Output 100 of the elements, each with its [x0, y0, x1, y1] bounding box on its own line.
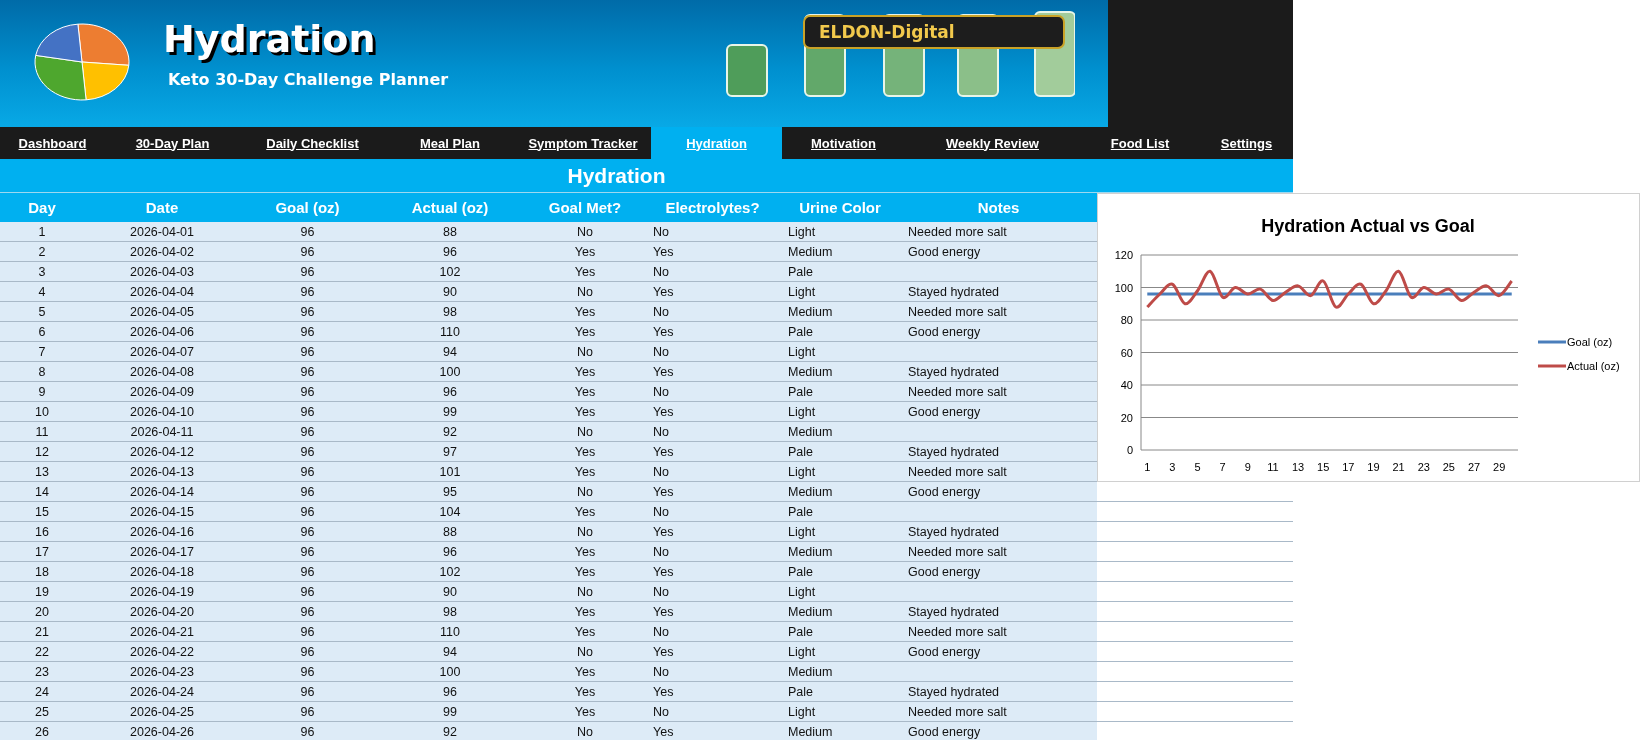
table-cell: 2026-04-15	[130, 504, 194, 519]
nav-tab[interactable]: Meal Plan	[385, 127, 515, 159]
nav-tab[interactable]: Symptom Tracker	[515, 127, 651, 159]
table-cell: Stayed hydrated	[908, 284, 1000, 299]
table-cell: 12	[35, 444, 49, 459]
table-cell: No	[653, 584, 669, 599]
y-tick-label: 0	[1126, 444, 1133, 456]
table-cell: 2026-04-20	[130, 604, 194, 619]
table-cell: 2026-04-26	[130, 724, 194, 739]
table-cell: Yes	[574, 664, 596, 679]
table-cell: 2026-04-03	[130, 264, 194, 279]
table-cell: 2026-04-07	[130, 344, 194, 359]
table-cell: 102	[439, 564, 461, 579]
table-cell: Yes	[574, 684, 596, 699]
table-cell: 7	[38, 344, 46, 359]
table-cell: 13	[35, 464, 49, 479]
table-cell: 2026-04-16	[130, 524, 194, 539]
table-cell: No	[577, 724, 593, 739]
table-cell: Light	[788, 404, 816, 419]
column-header: Date	[144, 198, 180, 218]
table-cell: Good energy	[908, 644, 981, 659]
table-cell: Stayed hydrated	[908, 684, 1000, 699]
app-title: Hydration	[163, 16, 377, 62]
table-cell: Pale	[788, 564, 814, 579]
table-cell: 5	[38, 304, 46, 319]
table-cell: No	[577, 524, 593, 539]
table-cell: No	[653, 544, 669, 559]
table-cell: 2026-04-18	[130, 564, 194, 579]
table-cell: Light	[788, 284, 816, 299]
nav-tab[interactable]: Weekly Review	[905, 127, 1080, 159]
nav-tab[interactable]: Dashboard	[0, 127, 105, 159]
table-cell: 2026-04-19	[130, 584, 194, 599]
table-cell: Yes	[574, 444, 596, 459]
table-cell: Yes	[653, 524, 674, 539]
table-cell: 2026-04-09	[130, 384, 194, 399]
table-cell: Yes	[574, 304, 596, 319]
table-cell: 96	[300, 504, 315, 519]
table-cell: 24	[35, 684, 49, 699]
table-cell: 2026-04-04	[130, 284, 194, 299]
table-cell: 99	[443, 404, 457, 419]
table-cell: 26	[35, 724, 49, 739]
column-header: Electrolytes?	[664, 198, 761, 218]
x-tick-label: 17	[1342, 461, 1355, 473]
x-tick-label: 27	[1467, 461, 1481, 473]
table-cell: Light	[788, 584, 816, 599]
table-cell: Yes	[574, 364, 596, 379]
x-tick-label: 3	[1169, 461, 1176, 473]
table-cell: No	[577, 584, 593, 599]
table-cell: Stayed hydrated	[908, 364, 1000, 379]
table-cell: No	[653, 464, 669, 479]
chart-title: Hydration Actual vs Goal	[1261, 216, 1475, 236]
table-cell: Yes	[653, 484, 674, 499]
table-cell: Needed more salt	[908, 224, 1007, 239]
table-cell: 100	[439, 664, 461, 679]
table-cell: 110	[440, 624, 460, 639]
table-cell: 2026-04-01	[130, 224, 194, 239]
table-cell: Stayed hydrated	[908, 524, 1000, 539]
column-header: Goal Met?	[547, 198, 623, 218]
y-tick-label: 60	[1120, 346, 1133, 359]
table-cell: 96	[300, 704, 315, 719]
table-cell: Yes	[574, 704, 596, 719]
table-cell: Good energy	[908, 244, 981, 259]
nav-tab[interactable]: Settings	[1200, 127, 1293, 159]
table-cell: 8	[38, 364, 46, 379]
column-header: Urine Color	[798, 198, 882, 218]
table-cell: 22	[35, 644, 49, 659]
table-cell: Yes	[574, 404, 596, 419]
y-tick-label: 80	[1120, 314, 1133, 326]
table-cell: 2026-04-22	[130, 644, 194, 659]
table-cell: 2026-04-25	[130, 704, 194, 719]
nav-tab[interactable]: Motivation	[782, 127, 905, 159]
table-cell: 21	[35, 624, 49, 639]
table-cell: Good energy	[908, 484, 981, 499]
nav-tab[interactable]: Food List	[1080, 127, 1200, 159]
table-cell: 2026-04-11	[130, 424, 194, 439]
table-cell: 98	[443, 304, 457, 319]
table-cell: No	[577, 424, 593, 439]
table-cell: 2026-04-13	[130, 464, 194, 479]
table-cell: Medium	[788, 364, 833, 379]
x-tick-label: 9	[1244, 461, 1251, 473]
nav-tab[interactable]: 30-Day Plan	[105, 127, 240, 159]
table-cell: Stayed hydrated	[908, 604, 1000, 619]
table-cell: Stayed hydrated	[908, 444, 1000, 459]
table-cell: Pale	[788, 444, 814, 459]
table-cell: Medium	[788, 664, 833, 679]
nav-tab[interactable]: Daily Checklist	[240, 127, 385, 159]
table-cell: Yes	[574, 384, 596, 399]
table-cell: 90	[443, 584, 457, 599]
table-cell: Yes	[653, 324, 674, 339]
column-header: Goal (oz)	[274, 198, 341, 218]
table-cell: Yes	[653, 364, 674, 379]
legend-swatch	[1538, 340, 1566, 344]
table-cell: No	[577, 644, 593, 659]
table-cell: 2026-04-06	[130, 324, 194, 339]
table-cell: Pale	[788, 504, 814, 519]
table-cell: 96	[443, 244, 457, 259]
table-cell: 96	[300, 324, 315, 339]
table-cell: 2026-04-23	[130, 664, 194, 679]
y-tick-label: 120	[1114, 249, 1133, 261]
table-cell: No	[577, 344, 593, 359]
